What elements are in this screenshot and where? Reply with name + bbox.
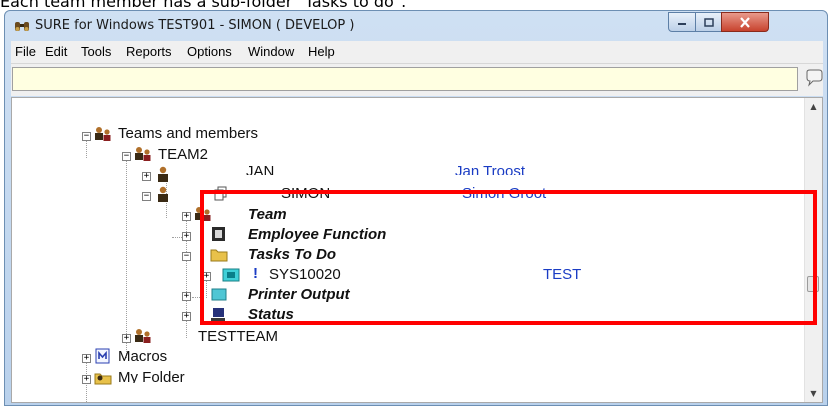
priority-mark: !: [253, 265, 258, 282]
expand-toggle[interactable]: +: [122, 334, 131, 343]
app-window: SURE for Windows TEST901 - SIMON ( DEVEL…: [4, 10, 828, 406]
scroll-up-arrow-icon[interactable]: ▲: [805, 98, 822, 115]
tree-item-sys10020-description: TEST: [543, 266, 582, 283]
command-input[interactable]: [12, 67, 798, 91]
caption-text: Each team member has a sub-folder "Tasks…: [0, 0, 407, 11]
person-icon: [158, 186, 168, 202]
team-people-icon: [135, 147, 151, 161]
team-people-icon: [195, 207, 211, 221]
monitor-icon: [211, 308, 225, 321]
expand-toggle[interactable]: +: [182, 212, 191, 221]
menu-file[interactable]: File: [15, 44, 36, 59]
tree-item-sys10020[interactable]: SYS10020: [269, 266, 341, 283]
expand-toggle[interactable]: +: [82, 354, 91, 363]
tree-item-teams-and-members[interactable]: Teams and members: [118, 125, 258, 142]
menu-edit[interactable]: Edit: [45, 44, 67, 59]
maximize-icon: [703, 17, 714, 27]
tree-item-team[interactable]: Team: [248, 206, 287, 223]
tree-item-jan[interactable]: JAN: [246, 163, 274, 175]
printer-output-icon: [211, 288, 227, 301]
team-people-icon: [135, 329, 151, 343]
tree-item-team2[interactable]: TEAM2: [158, 146, 208, 163]
maximize-button[interactable]: [695, 12, 722, 32]
copy-pages-icon: [214, 186, 227, 201]
expand-toggle[interactable]: +: [182, 312, 191, 321]
collapse-toggle[interactable]: −: [82, 132, 91, 141]
task-folder-icon: [222, 268, 240, 282]
macro-icon: [95, 348, 110, 364]
folder-icon: [210, 249, 228, 262]
close-icon: [740, 16, 750, 28]
tree-connector: [192, 297, 202, 298]
window-title: SURE for Windows TEST901 - SIMON ( DEVEL…: [35, 18, 355, 33]
menu-reports[interactable]: Reports: [126, 44, 172, 59]
tree-connector: [172, 237, 182, 238]
menu-options[interactable]: Options: [187, 44, 232, 59]
scrollbar-thumb[interactable]: [807, 276, 819, 292]
tree-item-tasks-to-do[interactable]: Tasks To Do: [248, 246, 336, 263]
vertical-scrollbar[interactable]: ▲ ▼: [804, 98, 822, 402]
collapse-toggle[interactable]: −: [142, 192, 151, 201]
tree-item-simon[interactable]: SIMON: [281, 185, 330, 202]
menu-help[interactable]: Help: [308, 44, 335, 59]
person-icon: [158, 166, 168, 182]
scroll-down-arrow-icon[interactable]: ▼: [805, 385, 822, 402]
user-folder-icon: [94, 373, 112, 385]
tree-item-jan-description: Jan Troost: [455, 163, 526, 175]
menu-tools[interactable]: Tools: [81, 44, 111, 59]
tree-item-simon-description: Simon Groot: [462, 185, 547, 202]
collapse-toggle[interactable]: −: [122, 152, 131, 161]
expand-toggle[interactable]: +: [182, 232, 191, 241]
tree-item-testteam[interactable]: TESTTEAM: [198, 328, 278, 345]
expand-toggle[interactable]: +: [182, 292, 191, 301]
team-people-icon: [95, 127, 111, 141]
expand-toggle[interactable]: +: [202, 272, 211, 281]
collapse-toggle[interactable]: −: [182, 252, 191, 261]
close-button[interactable]: [721, 12, 769, 32]
tree-item-status[interactable]: Status: [248, 306, 294, 323]
folder-tree[interactable]: − Teams and members − TEAM2 + JAN Jan Tr…: [11, 97, 823, 403]
minimize-button[interactable]: [668, 12, 696, 32]
tree-item-printer-output[interactable]: Printer Output: [248, 286, 350, 303]
minimize-icon: [678, 23, 686, 25]
title-bar[interactable]: SURE for Windows TEST901 - SIMON ( DEVEL…: [5, 11, 827, 41]
tree-item-employee-function[interactable]: Employee Function: [248, 226, 386, 243]
tree-item-my-folder[interactable]: My Folder: [118, 369, 185, 383]
speech-bubble-icon[interactable]: [804, 68, 824, 88]
tree-connector: [126, 156, 127, 358]
id-card-icon: [212, 227, 225, 241]
expand-toggle[interactable]: +: [142, 172, 151, 181]
binoculars-icon: [15, 22, 29, 31]
menu-bar: File Edit Tools Reports Options Window H…: [11, 41, 823, 64]
menu-window[interactable]: Window: [248, 44, 294, 59]
expand-toggle[interactable]: +: [82, 375, 91, 384]
tree-item-macros[interactable]: Macros: [118, 348, 167, 365]
command-bar: [11, 64, 823, 96]
